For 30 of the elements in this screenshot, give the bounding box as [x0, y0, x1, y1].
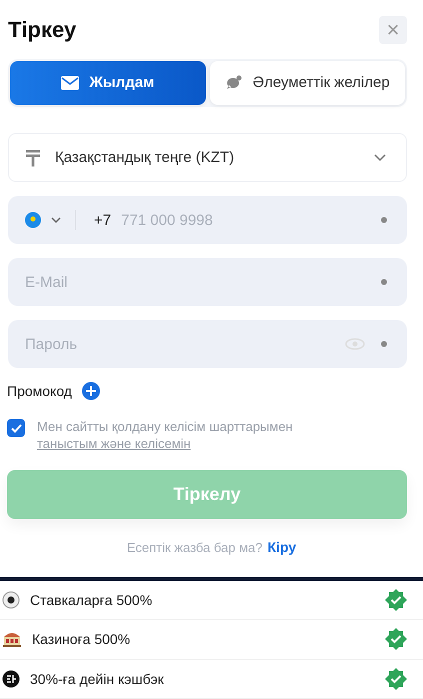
dialog-title: Тіркеу	[8, 17, 76, 44]
text-input[interactable]: 771 000 9998	[121, 212, 365, 229]
currency-select[interactable]: Қазақстандық теңге (KZT)	[8, 132, 407, 182]
chat-bubble-icon	[224, 74, 243, 91]
bonus-label: Казиноға 500%	[32, 631, 132, 648]
tab[interactable]: Әлеуметтік желілер	[210, 60, 405, 105]
tenge-icon	[25, 148, 41, 167]
bonus-label: Ставкаларға 500%	[30, 592, 154, 608]
chevron-down-icon	[374, 154, 386, 162]
envelope-icon	[61, 76, 80, 90]
login-prompt: Есептік жазба бар ма?	[126, 540, 263, 556]
soccer-ball-icon	[2, 591, 20, 610]
login-link[interactable]: Кіру	[268, 539, 296, 556]
password-field[interactable]: Пароль	[8, 320, 407, 368]
checkbox[interactable]	[7, 419, 25, 438]
tab[interactable]: Жылдам	[10, 60, 206, 105]
email-field[interactable]: E-Mail	[8, 258, 407, 306]
phone-field[interactable]: +7 771 000 9998	[8, 196, 407, 244]
plus-icon	[86, 386, 96, 396]
flag-icon	[25, 212, 41, 228]
add-promo-button[interactable]	[82, 382, 100, 400]
text-input[interactable]: Пароль	[25, 336, 335, 353]
checkmark-icon	[10, 424, 22, 433]
phone-prefix: +7	[94, 212, 112, 229]
slot-machine-icon	[2, 631, 22, 648]
chevron-down-icon	[51, 216, 61, 224]
agreement-text: Мен сайтты қолдану келісім шарттарымен таныстым және келісемін	[37, 418, 294, 452]
promo-code-label: Промокод	[7, 383, 72, 400]
bonus-label: 30%-ға дейін кэшбэк	[30, 670, 165, 687]
text-input[interactable]: E-Mail	[25, 274, 365, 291]
